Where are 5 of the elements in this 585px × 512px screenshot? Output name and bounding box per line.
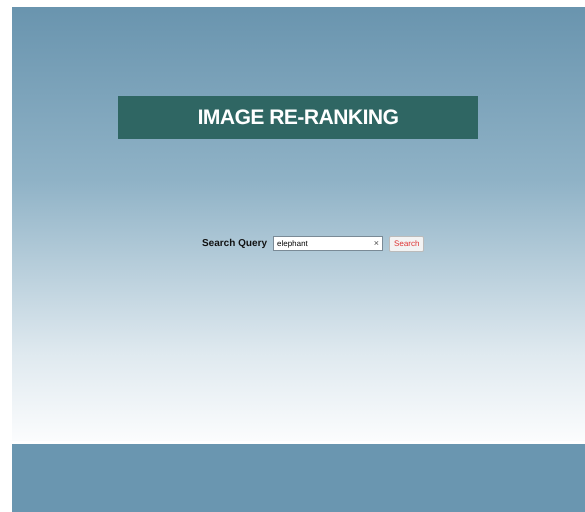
- search-field[interactable]: elephant ×: [273, 236, 384, 252]
- search-label: Search Query: [202, 237, 268, 252]
- page-title: IMAGE RE-RANKING: [118, 96, 478, 139]
- search-button[interactable]: Search: [389, 236, 424, 252]
- clear-button[interactable]: ×: [374, 239, 380, 248]
